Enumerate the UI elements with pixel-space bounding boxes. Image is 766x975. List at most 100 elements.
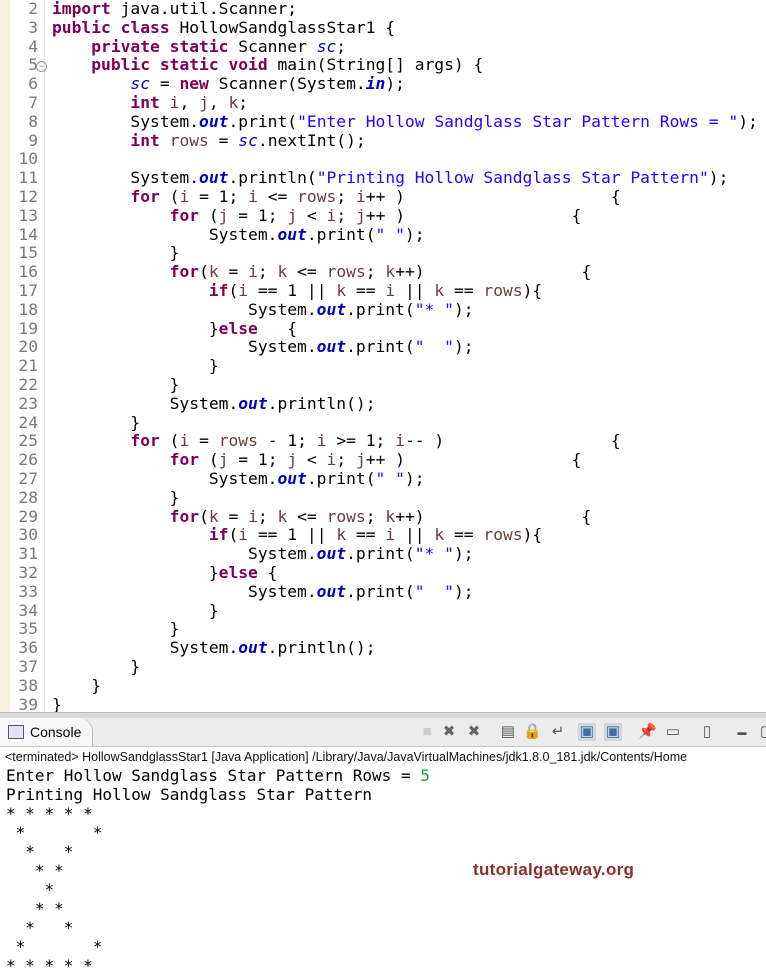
scroll-lock-icon[interactable]: 🔒 (523, 723, 542, 741)
line-number: 26 (18, 450, 38, 470)
code-token: ( (228, 525, 239, 545)
code-token: ( (159, 187, 180, 206)
code-token: i (159, 93, 180, 112)
word-wrap-icon[interactable]: ↵ (549, 723, 567, 741)
minimize-icon[interactable]: ▬ (733, 723, 751, 741)
code-token: ; (336, 205, 356, 225)
code-token: } (52, 487, 180, 507)
code-line: } (52, 601, 219, 620)
terminate-icon[interactable]: ■ (418, 723, 436, 741)
code-token: <= (257, 187, 298, 206)
code-token: <= (287, 262, 327, 282)
code-line: for (i = 1; i <= rows; i++ ) { (52, 187, 620, 206)
code-token: i (248, 506, 258, 526)
code-editor[interactable]: 2 3 4 5−6 7 8 9 10 11 12 13 14 15 16 17 18 19 20 21 22 23 24 2… (0, 0, 766, 712)
code-token: == (444, 525, 484, 545)
code-token: k (208, 262, 219, 282)
console-output[interactable]: Enter Hollow Sandglass Star Pattern Rows… (6, 766, 430, 975)
new-console-icon[interactable]: ▯ (698, 723, 716, 741)
code-token: ; (238, 93, 249, 112)
code-line: System.out.print(" "); (52, 225, 425, 244)
code-line: System.out.println(); (52, 394, 376, 413)
line-number: 36 (18, 638, 38, 658)
console-tab-label: Console (30, 724, 82, 740)
display-console-icon[interactable]: ▭ (664, 723, 682, 741)
line-number: 19 (18, 318, 38, 338)
code-token: .println(); (267, 393, 376, 413)
code-token: "* " (414, 544, 454, 564)
code-token: System. (52, 638, 239, 658)
code-line: public static void main(String[] args) { (52, 55, 483, 74)
console-tab-bar: Console ■✖✖▤🔒↵▣▣📌▭▯▬▢ (0, 718, 766, 747)
code-token: j (287, 205, 298, 225)
code-token: .println( (228, 168, 317, 188)
maximize-icon[interactable]: ▢ (758, 723, 766, 741)
console-tab[interactable]: Console (0, 718, 93, 746)
code-token: i (316, 431, 327, 451)
code-token: out (316, 544, 347, 564)
code-line: if(i == 1 || k == i || k == rows){ (52, 525, 542, 544)
code-token: i (179, 431, 190, 451)
console-output-line: * * (6, 937, 112, 956)
code-token: ++) { (395, 506, 592, 526)
remove-launch-icon[interactable]: ✖ (440, 723, 458, 741)
code-token: System. (52, 469, 278, 488)
code-token: "Printing Hollow Sandglass Star Pattern" (316, 168, 709, 188)
code-token: rows (483, 281, 523, 300)
code-token: ; (336, 187, 356, 206)
code-token: i (326, 205, 337, 225)
code-token: j (287, 450, 298, 470)
code-line: } (52, 487, 180, 507)
show-on-stdout-icon[interactable]: ▣ (578, 723, 596, 741)
code-token: = (208, 130, 239, 150)
code-token: ); (404, 224, 425, 244)
line-number: 13 (18, 205, 38, 225)
code-token: , (179, 93, 200, 112)
code-line: } (52, 695, 62, 712)
code-token: ; (365, 506, 386, 526)
code-line: System.out.print(" "); (52, 582, 474, 601)
code-token: k (434, 281, 445, 300)
code-token: i (326, 450, 337, 470)
code-token: ){ (522, 525, 543, 545)
show-on-stderr-icon[interactable]: ▣ (604, 723, 622, 741)
code-token: out (316, 337, 347, 357)
code-token: ++ ) { (365, 205, 582, 225)
code-token: k (228, 93, 239, 112)
code-token: j (199, 93, 209, 112)
code-token: >= 1; (326, 431, 396, 451)
code-token: rows (326, 506, 366, 526)
code-line: for (j = 1; j < i; j++ ) { (52, 205, 582, 225)
line-number-gutter: 2 3 4 5−6 7 8 9 10 11 12 13 14 15 16 17 18 19 20 21 22 23 24 2… (10, 0, 47, 712)
code-token: "Enter Hollow Sandglass Star Pattern Row… (297, 111, 739, 131)
code-token: main(String[] args) { (267, 55, 484, 75)
remove-all-terminated-icon[interactable]: ✖ (465, 723, 483, 741)
pin-console-icon[interactable]: 📌 (638, 723, 657, 741)
code-token: } (52, 318, 219, 338)
code-token: System. (52, 393, 239, 413)
code-token: } (52, 243, 180, 263)
code-token: ( (228, 281, 239, 300)
console-prompt-line: Enter Hollow Sandglass Star Pattern Rows… (6, 766, 430, 785)
code-token: k (385, 262, 396, 282)
clear-console-icon[interactable]: ▤ (499, 723, 517, 741)
line-number: 38 (18, 675, 38, 695)
code-token: -- ) { (404, 431, 621, 451)
line-number: 4 (28, 36, 38, 56)
code-line: public class HollowSandglassStar1 { (52, 18, 395, 37)
code-token: ); (453, 544, 474, 564)
code-token: { (257, 318, 298, 338)
code-token: System. (52, 224, 278, 244)
fold-toggle-icon[interactable]: − (36, 61, 47, 73)
code-token: out (316, 581, 347, 601)
code-token: out (238, 393, 268, 413)
line-number: 33 (18, 581, 38, 601)
code-token: sc (238, 130, 258, 150)
console-output-line: * * (6, 918, 84, 937)
code-token: j (218, 450, 229, 470)
code-token: System. (52, 168, 200, 188)
code-token: = 1; (189, 187, 249, 206)
code-line: } (52, 619, 180, 638)
